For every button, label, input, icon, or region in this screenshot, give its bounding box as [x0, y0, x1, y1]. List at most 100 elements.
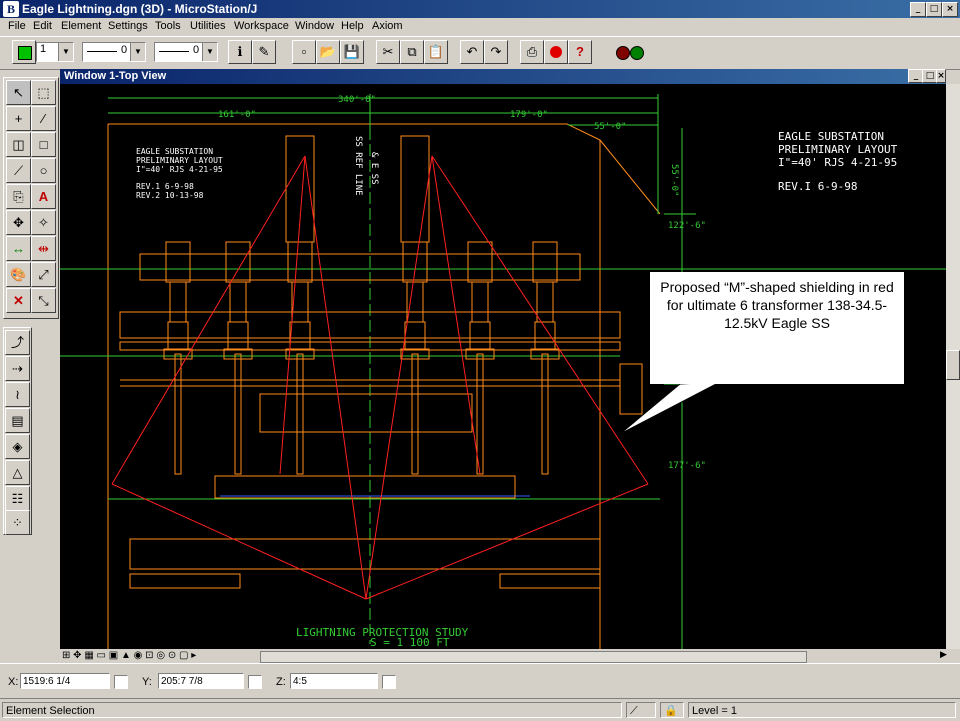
open-folder-icon[interactable]: 📂 — [316, 40, 340, 64]
y-coordinate-field[interactable]: 205:7 7/8 — [158, 673, 244, 689]
snap-mode-icon[interactable]: ⟋ — [626, 702, 656, 718]
line-weight-value: 0 — [193, 44, 200, 56]
points-icon[interactable]: ⁘ — [5, 510, 30, 535]
group-icon[interactable]: ▤ — [5, 408, 30, 433]
title-bar: B Eagle Lightning.dgn (3D) - MicroStatio… — [0, 0, 960, 18]
select-arrow-icon[interactable]: ↖ — [6, 80, 31, 105]
y-lock-checkbox[interactable] — [248, 675, 262, 689]
coordinate-bar: X: 1519:6 1/4 Y: 205:7 7/8 Z: 4:5 — [0, 663, 960, 696]
redo-icon[interactable]: ↷ — [484, 40, 508, 64]
svg-text:REV.I 6-9-98: REV.I 6-9-98 — [778, 180, 857, 193]
z-lock-checkbox[interactable] — [382, 675, 396, 689]
svg-text:I"=40' RJS 4-21-95: I"=40' RJS 4-21-95 — [136, 165, 223, 174]
info-icon[interactable]: ℹ — [228, 40, 252, 64]
close-button[interactable]: × — [942, 2, 958, 17]
cut-icon[interactable]: ✂ — [376, 40, 400, 64]
dim-v55: 55'-0" — [669, 164, 679, 197]
callout-box: Proposed “M”-shaped shielding in red for… — [650, 272, 904, 384]
menu-utilities[interactable]: Utilities — [190, 20, 225, 32]
text-icon[interactable]: A — [31, 184, 56, 209]
curve-icon[interactable]: ≀ — [5, 382, 30, 407]
z-label: Z: — [276, 676, 286, 688]
dimension-size-icon[interactable]: ⇹ — [31, 236, 56, 261]
view-close-button[interactable]: × — [936, 69, 946, 83]
render-icon[interactable] — [544, 40, 568, 64]
menu-workspace[interactable]: Workspace — [234, 20, 289, 32]
fence-icon[interactable]: ⬚ — [31, 80, 56, 105]
line-style-preview — [87, 51, 117, 52]
ref-centerline-label: & E SS — [369, 152, 379, 185]
dim-122: 122'-6" — [668, 221, 706, 231]
move-icon[interactable]: ⇢ — [5, 356, 30, 381]
copy-icon[interactable]: ⧉ — [400, 40, 424, 64]
x-label: X: — [8, 676, 19, 688]
chevron-down-icon: ▼ — [130, 43, 145, 61]
key-in-icon[interactable]: ✎ — [252, 40, 276, 64]
menu-bar: File Edit Element Settings Tools Utiliti… — [0, 18, 960, 37]
status-message: Element Selection — [2, 702, 622, 718]
status-bar: Element Selection ⟋ 🔒 Level = 1 — [0, 698, 960, 721]
line-weight-combo[interactable]: 0 ▼ — [154, 42, 218, 62]
dimension-icon[interactable]: ↔ — [6, 236, 31, 261]
hierarchy-icon[interactable]: ☷ — [5, 486, 30, 511]
fill-icon[interactable]: ◈ — [5, 434, 30, 459]
save-icon[interactable]: 💾 — [340, 40, 364, 64]
menu-element[interactable]: Element — [61, 20, 101, 32]
window-title: Eagle Lightning.dgn (3D) - MicroStation/… — [22, 2, 258, 16]
x-lock-checkbox[interactable] — [114, 675, 128, 689]
circle-icon[interactable]: ○ — [31, 158, 56, 183]
minimize-button[interactable]: _ — [910, 2, 926, 17]
dim-left: 161'-0" — [218, 110, 256, 120]
svg-text:PRELIMINARY LAYOUT: PRELIMINARY LAYOUT — [136, 156, 223, 165]
view-control-icons[interactable]: ⊞ ✥ ▦ ▭ ▣ ▲ ◉ ⊡ ◎ ⊙ ▢ ▸ — [62, 650, 196, 661]
view-title-bar: Window 1-Top View _ □ × — [60, 69, 946, 84]
vertical-scroll-thumb[interactable] — [946, 350, 960, 380]
menu-tools[interactable]: Tools — [155, 20, 181, 32]
scroll-right-icon[interactable]: ▶ — [940, 649, 947, 660]
place-cell-icon[interactable]: ⤴ — [5, 330, 30, 355]
place-point-icon[interactable]: + — [6, 106, 31, 131]
menu-settings[interactable]: Settings — [108, 20, 148, 32]
maximize-button[interactable]: □ — [926, 2, 942, 17]
snap-icon[interactable]: ✧ — [31, 210, 56, 235]
lock-icon[interactable]: 🔒 — [660, 702, 684, 718]
secondary-tool-palette: ⤴ ⇢ ≀ ▤ ◈ △ ☷ ⁘ — [3, 327, 32, 535]
z-coordinate-field[interactable]: 4:5 — [290, 673, 378, 689]
menu-file[interactable]: File — [8, 20, 26, 32]
horizontal-scrollbar[interactable] — [260, 651, 807, 663]
line-style-combo[interactable]: 0 ▼ — [82, 42, 146, 62]
level-combo[interactable]: 1 ▼ — [36, 42, 74, 62]
menu-axiom[interactable]: Axiom — [372, 20, 403, 32]
menu-edit[interactable]: Edit — [33, 20, 52, 32]
rectangle-icon[interactable]: □ — [31, 132, 56, 157]
print-icon[interactable]: ⎙ — [520, 40, 544, 64]
palette-icon[interactable]: 🎨 — [6, 262, 31, 287]
dim-177: 177'-6" — [668, 461, 706, 471]
cell-icon[interactable]: ◫ — [6, 132, 31, 157]
delete-icon[interactable]: ✕ — [6, 288, 31, 313]
app-logo-icon: B — [3, 1, 19, 17]
modify-icon[interactable]: ✥ — [6, 210, 31, 235]
paste-icon[interactable]: 📋 — [424, 40, 448, 64]
svg-text:REV.2 10-13-98: REV.2 10-13-98 — [136, 191, 204, 200]
line-style-value: 0 — [121, 44, 128, 56]
undo-icon[interactable]: ↶ — [460, 40, 484, 64]
copy-element-icon[interactable]: ⎘ — [6, 184, 31, 209]
active-color-button[interactable] — [12, 40, 36, 64]
view-title: Window 1-Top View — [64, 70, 167, 82]
help-icon[interactable]: ? — [568, 40, 592, 64]
svg-text:I"=40' RJS 4-21-95: I"=40' RJS 4-21-95 — [778, 156, 897, 169]
scale-icon[interactable]: ⤡ — [31, 288, 56, 313]
transform-icon[interactable]: ⤢ — [31, 262, 56, 287]
measure-icon[interactable]: ⁄ — [31, 106, 56, 131]
traffic-lights-icon[interactable] — [614, 46, 644, 60]
new-file-icon[interactable]: ▫ — [292, 40, 316, 64]
line-icon[interactable]: ⟋ — [6, 158, 31, 183]
line-weight-preview — [159, 51, 189, 52]
callout-text: Proposed “M”-shaped shielding in red for… — [660, 279, 894, 331]
x-coordinate-field[interactable]: 1519:6 1/4 — [20, 673, 110, 689]
triangle-icon[interactable]: △ — [5, 460, 30, 485]
toolbar: 1 ▼ 0 ▼ 0 ▼ ℹ ✎ ▫ 📂 💾 ✂ ⧉ 📋 ↶ ↷ ⎙ ? — [0, 37, 960, 70]
menu-help[interactable]: Help — [341, 20, 364, 32]
menu-window[interactable]: Window — [295, 20, 334, 32]
